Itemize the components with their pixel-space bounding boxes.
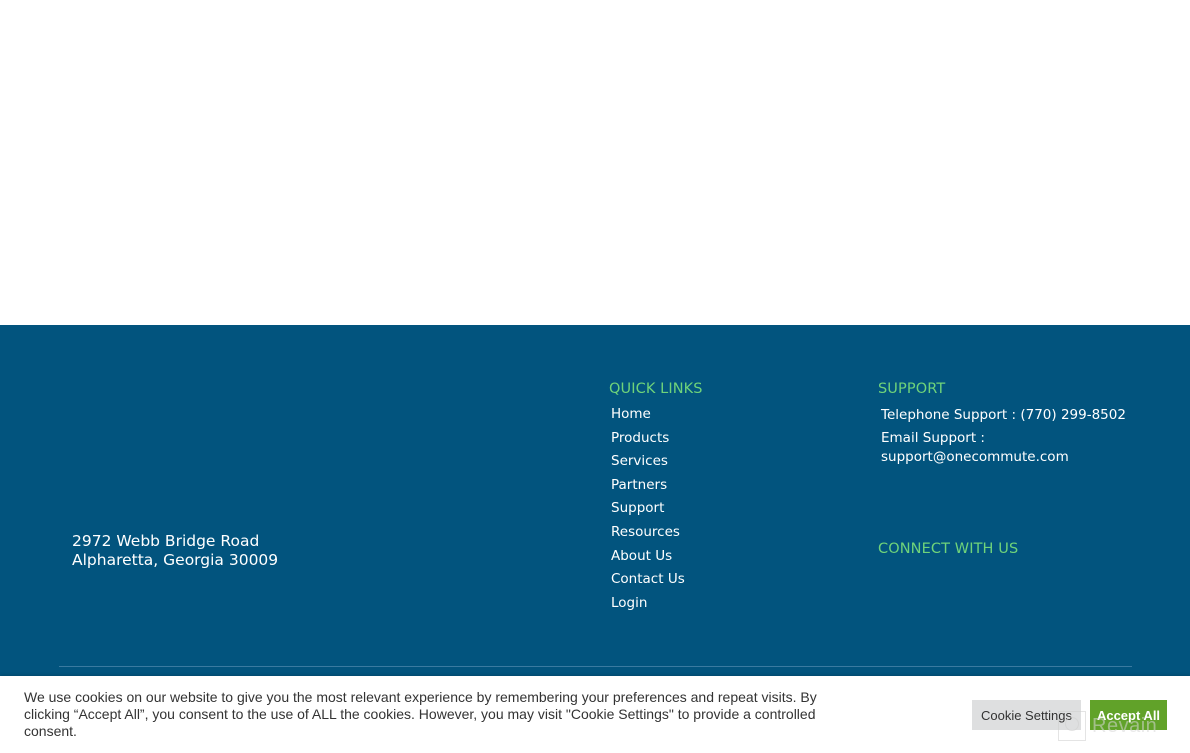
- email-support-label: Email Support :: [881, 430, 985, 446]
- quick-links-heading: QUICK LINKS: [609, 381, 703, 397]
- quick-link-resources[interactable]: Resources: [611, 521, 703, 545]
- quick-links-list: Home Products Services Partners Support …: [611, 403, 703, 615]
- quick-link-services[interactable]: Services: [611, 450, 703, 474]
- accept-all-button[interactable]: Accept All: [1090, 700, 1167, 730]
- quick-links-section: QUICK LINKS Home Products Services Partn…: [609, 381, 703, 615]
- quick-link-login[interactable]: Login: [611, 592, 703, 616]
- footer-address: 2972 Webb Bridge Road Alpharetta, Georgi…: [72, 532, 278, 570]
- email-support-link[interactable]: support@onecommute.com: [881, 448, 1138, 467]
- cookie-settings-button[interactable]: Cookie Settings: [972, 700, 1081, 730]
- address-line-2: Alpharetta, Georgia 30009: [72, 551, 279, 569]
- connect-heading: CONNECT WITH US: [878, 541, 1019, 557]
- quick-link-partners[interactable]: Partners: [611, 474, 703, 498]
- quick-link-home[interactable]: Home: [611, 403, 703, 427]
- support-section: SUPPORT Telephone Support : (770) 299-85…: [878, 381, 1138, 467]
- footer-divider: [59, 666, 1132, 667]
- address-line-1: 2972 Webb Bridge Road: [72, 532, 260, 550]
- support-heading: SUPPORT: [878, 381, 946, 397]
- quick-link-products[interactable]: Products: [611, 427, 703, 451]
- email-support-block: Email Support : support@onecommute.com: [881, 429, 1138, 467]
- telephone-support[interactable]: Telephone Support : (770) 299-8502: [881, 407, 1138, 423]
- quick-link-contact-us[interactable]: Contact Us: [611, 568, 703, 592]
- cookie-consent-text: We use cookies on our website to give yo…: [24, 689, 817, 739]
- quick-link-about-us[interactable]: About Us: [611, 545, 703, 569]
- quick-link-support[interactable]: Support: [611, 497, 703, 521]
- connect-section: CONNECT WITH US: [878, 541, 1018, 557]
- page-content-blank: [0, 0, 1190, 325]
- cookie-consent-banner: We use cookies on our website to give yo…: [0, 676, 1190, 753]
